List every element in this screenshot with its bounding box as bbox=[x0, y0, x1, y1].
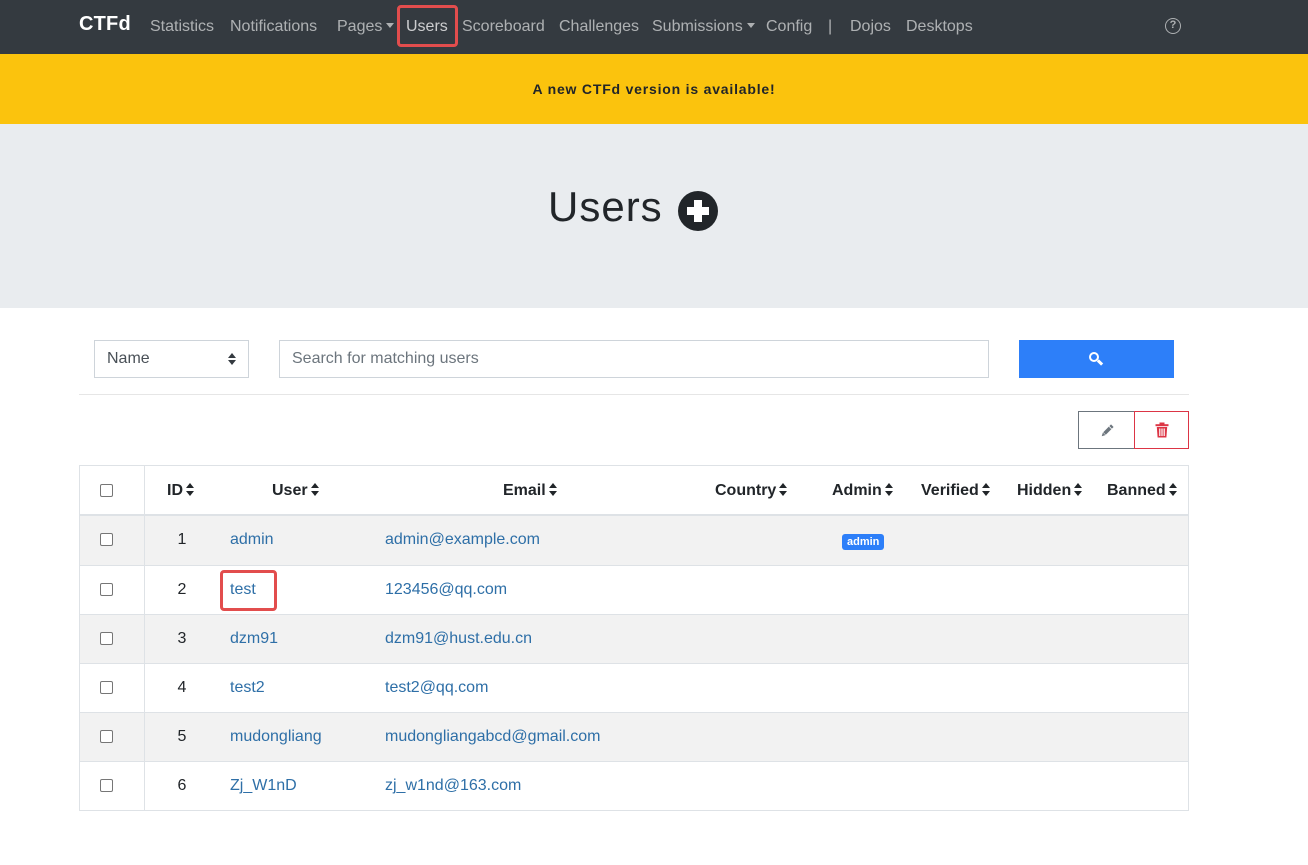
admin-badge: admin bbox=[842, 534, 885, 550]
sort-icon bbox=[186, 482, 195, 496]
brand-logo[interactable]: CTFd bbox=[79, 13, 131, 36]
caret-down-icon bbox=[746, 23, 755, 29]
page-title: Users bbox=[548, 183, 663, 230]
table-row: 6 Zj_W1nD zj_w1nd@163.com bbox=[80, 761, 1188, 810]
search-icon bbox=[1089, 352, 1104, 366]
row-checkbox[interactable] bbox=[100, 533, 113, 546]
table-row: 4 test2 test2@qq.com bbox=[80, 663, 1188, 712]
column-header-user[interactable]: User bbox=[272, 482, 320, 500]
top-navbar: CTFd Statistics Notifications Pages User… bbox=[0, 0, 1308, 54]
pencil-icon bbox=[1101, 424, 1114, 437]
nav-dojos[interactable]: Dojos bbox=[850, 17, 891, 37]
test-user-highlight-box bbox=[220, 570, 277, 611]
user-email-link[interactable]: test2@qq.com bbox=[385, 679, 488, 697]
select-arrows-icon bbox=[228, 353, 236, 365]
row-checkbox[interactable] bbox=[100, 681, 113, 694]
bulk-delete-button[interactable] bbox=[1134, 411, 1189, 449]
column-header-id[interactable]: ID bbox=[167, 482, 195, 500]
sort-icon bbox=[548, 482, 558, 496]
nav-desktops[interactable]: Desktops bbox=[906, 17, 973, 37]
column-header-country[interactable]: Country bbox=[715, 482, 788, 500]
nav-submissions-label: Submissions bbox=[652, 18, 743, 35]
row-select-cell bbox=[80, 762, 145, 810]
column-header-verified[interactable]: Verified bbox=[921, 482, 991, 500]
table-row: 1 admin admin@example.com admin bbox=[80, 516, 1188, 565]
user-email-link[interactable]: mudongliangabcd@gmail.com bbox=[385, 728, 600, 746]
user-name-link[interactable]: admin bbox=[230, 531, 274, 549]
user-id: 1 bbox=[177, 531, 187, 548]
user-email-link[interactable]: admin@example.com bbox=[385, 531, 540, 549]
row-select-cell bbox=[80, 566, 145, 614]
nav-pages-dropdown[interactable]: Pages bbox=[337, 17, 395, 37]
sort-icon bbox=[1168, 482, 1178, 496]
table-row: 5 mudongliang mudongliangabcd@gmail.com bbox=[80, 712, 1188, 761]
update-banner: A new CTFd version is available! bbox=[0, 54, 1308, 124]
sort-icon bbox=[310, 482, 320, 496]
table-header-row: ID User Email Country Admin Verified Hid… bbox=[80, 466, 1188, 516]
search-field-select[interactable]: Name bbox=[94, 340, 249, 378]
nav-notifications[interactable]: Notifications bbox=[230, 17, 317, 37]
row-select-cell bbox=[80, 664, 145, 712]
row-checkbox[interactable] bbox=[100, 779, 113, 792]
row-checkbox[interactable] bbox=[100, 730, 113, 743]
nav-separator: | bbox=[828, 18, 833, 35]
trash-icon bbox=[1155, 422, 1169, 438]
select-all-checkbox[interactable] bbox=[100, 484, 113, 497]
user-email-link[interactable]: 123456@qq.com bbox=[385, 581, 507, 599]
divider bbox=[79, 394, 1189, 395]
plus-circle-icon[interactable] bbox=[678, 191, 718, 231]
column-header-email[interactable]: Email bbox=[503, 482, 558, 500]
user-id: 3 bbox=[177, 630, 187, 647]
user-name-link[interactable]: test2 bbox=[230, 679, 265, 697]
table-row: 2 test 123456@qq.com bbox=[80, 565, 1188, 614]
nav-scoreboard[interactable]: Scoreboard bbox=[462, 17, 545, 37]
bulk-edit-button[interactable] bbox=[1078, 411, 1135, 449]
user-id: 4 bbox=[177, 679, 187, 696]
search-input[interactable] bbox=[279, 340, 989, 378]
user-name-link[interactable]: dzm91 bbox=[230, 630, 278, 648]
column-header-hidden[interactable]: Hidden bbox=[1017, 482, 1083, 500]
row-select-cell bbox=[80, 516, 145, 565]
user-name-link[interactable]: Zj_W1nD bbox=[230, 777, 297, 795]
select-all-cell bbox=[80, 466, 145, 514]
user-id: 6 bbox=[177, 777, 187, 794]
table-row: 3 dzm91 dzm91@hust.edu.cn bbox=[80, 614, 1188, 663]
search-field-value: Name bbox=[107, 350, 150, 367]
nav-submissions-dropdown[interactable]: Submissions bbox=[652, 17, 755, 37]
help-icon[interactable]: ? bbox=[1165, 18, 1181, 34]
column-header-banned[interactable]: Banned bbox=[1107, 482, 1178, 500]
row-select-cell bbox=[80, 713, 145, 761]
column-header-admin[interactable]: Admin bbox=[832, 482, 894, 500]
user-email-link[interactable]: dzm91@hust.edu.cn bbox=[385, 630, 532, 648]
user-email-link[interactable]: zj_w1nd@163.com bbox=[385, 777, 521, 795]
nav-statistics[interactable]: Statistics bbox=[150, 17, 214, 37]
user-id: 5 bbox=[177, 728, 187, 745]
row-checkbox[interactable] bbox=[100, 632, 113, 645]
user-id: 2 bbox=[177, 581, 187, 598]
nav-pages-label: Pages bbox=[337, 18, 383, 35]
nav-challenges[interactable]: Challenges bbox=[559, 17, 639, 37]
sort-icon bbox=[884, 482, 894, 496]
users-highlight-box bbox=[397, 5, 458, 47]
row-select-cell bbox=[80, 615, 145, 663]
sort-icon bbox=[779, 482, 788, 496]
users-table: ID User Email Country Admin Verified Hid… bbox=[79, 465, 1189, 811]
user-name-link[interactable]: mudongliang bbox=[230, 728, 322, 746]
search-button[interactable] bbox=[1019, 340, 1174, 378]
row-checkbox[interactable] bbox=[100, 583, 113, 596]
caret-down-icon bbox=[386, 23, 395, 29]
sort-icon bbox=[981, 482, 991, 496]
sort-icon bbox=[1074, 482, 1083, 496]
nav-config[interactable]: Config bbox=[766, 17, 812, 37]
